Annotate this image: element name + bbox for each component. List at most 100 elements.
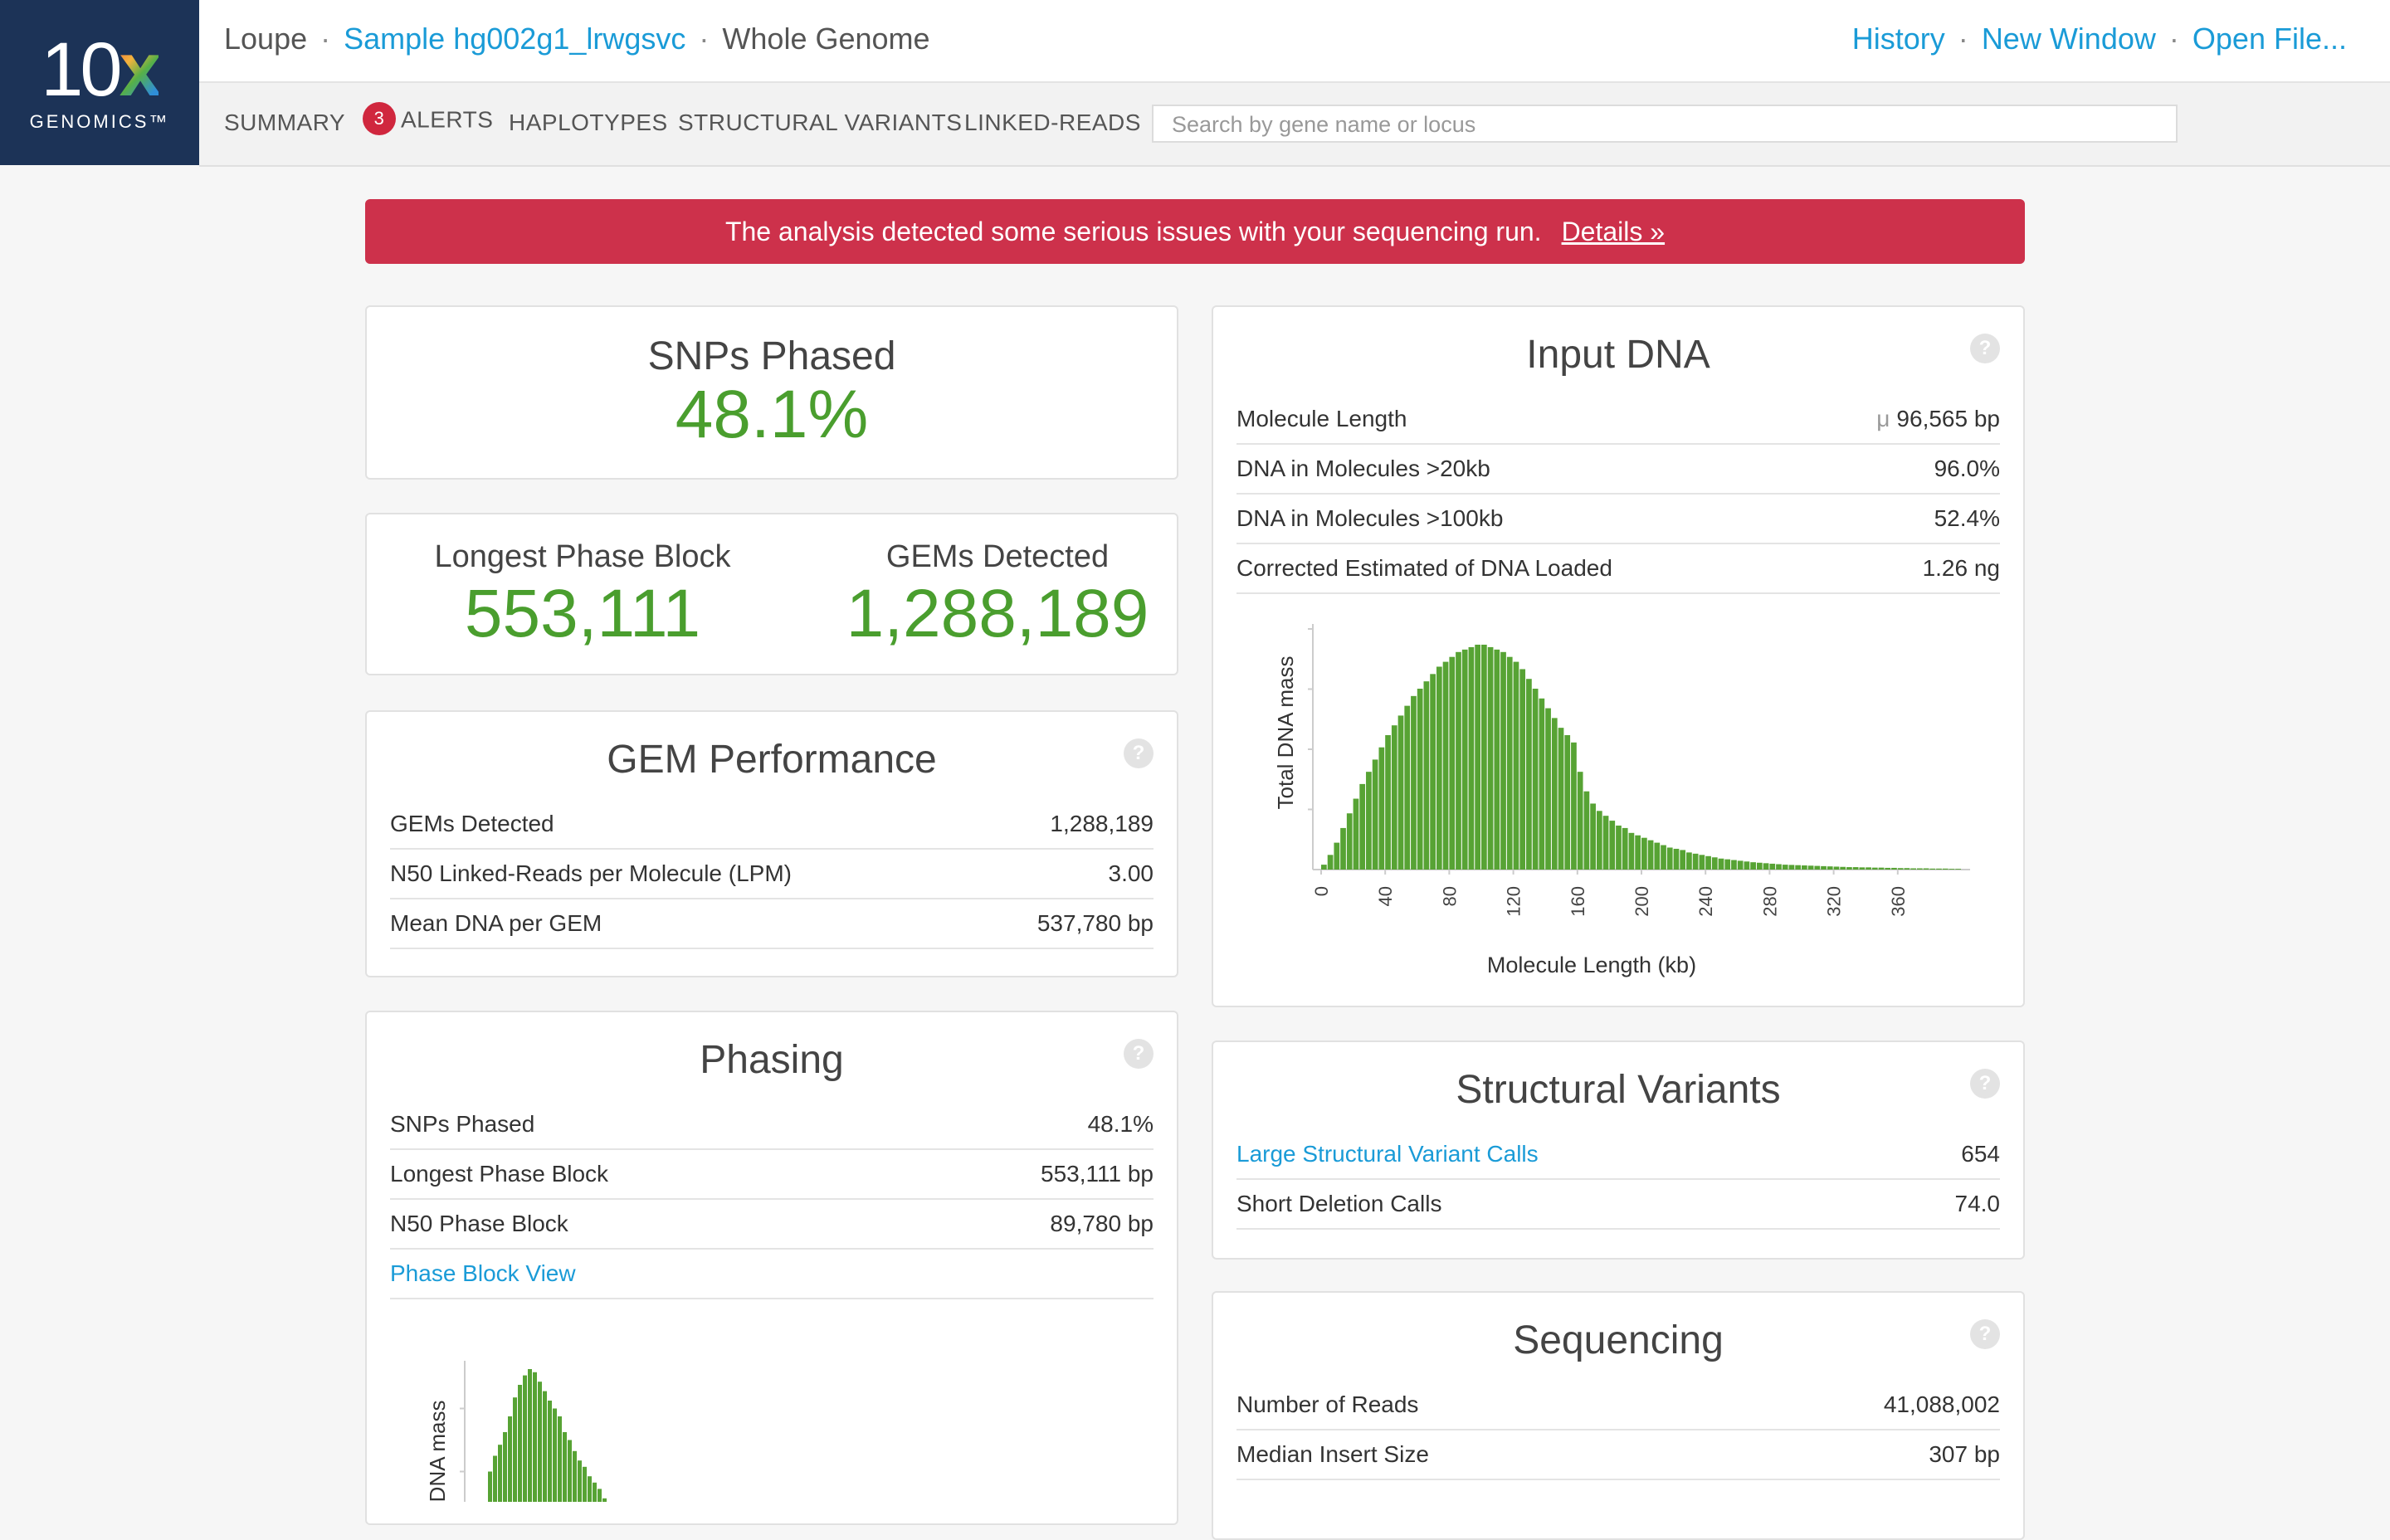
breadcrumb-app: Loupe (224, 22, 308, 56)
histogram-bar (588, 1476, 592, 1502)
histogram-bar (1551, 718, 1558, 870)
histogram-bar (1475, 644, 1480, 870)
histogram-bar (1750, 862, 1756, 870)
row-value: 307 bp (1929, 1441, 2000, 1467)
row-label: DNA in Molecules >100kb (1236, 505, 1504, 531)
histogram-bar (1436, 666, 1442, 870)
histogram-bar (518, 1385, 522, 1502)
histogram-bar (1571, 742, 1577, 870)
histogram-bar (1411, 695, 1417, 870)
mean-symbol: μ (1876, 406, 1890, 431)
large-sv-calls-link[interactable]: Large Structural Variant Calls (1236, 1130, 1539, 1178)
help-icon[interactable]: ? (1124, 738, 1154, 768)
row-value: 654 (1961, 1141, 2000, 1167)
histogram-bar (523, 1375, 527, 1502)
card-title: GEM Performance (607, 738, 937, 782)
stat-label: Longest Phase Block (434, 539, 731, 574)
row-label: Molecule Length (1236, 406, 1407, 431)
new-window-link[interactable]: New Window (1982, 22, 2156, 56)
breadcrumb: Loupe · Sample hg002g1_lrwgsvc · Whole G… (224, 22, 930, 56)
histogram-bar (503, 1432, 507, 1502)
histogram-bar (1827, 866, 1833, 870)
snps-phased-card: SNPs Phased 48.1% (365, 305, 1178, 480)
histogram-bar (1628, 832, 1635, 870)
card-title: Sequencing (1513, 1318, 1724, 1362)
phasing-histogram: Total DNA mass (425, 1361, 607, 1502)
gems-detected-stat: GEMs Detected 1,288,189 (782, 539, 1213, 648)
histogram-bar (1442, 661, 1449, 870)
tab-linked-reads[interactable]: LINKED-READS (964, 110, 1141, 136)
gem-performance-table: GEMs Detected 1,288,189 N50 Linked-Reads … (390, 800, 1154, 949)
phase-block-view-link[interactable]: Phase Block View (390, 1250, 576, 1298)
help-icon[interactable]: ? (1970, 1319, 2000, 1349)
help-icon[interactable]: ? (1970, 1069, 2000, 1099)
histogram-bar (533, 1372, 537, 1502)
molecule-length-histogram: 0 40 80 120 160 200 240 280 320 360 Total DNA mass… (1273, 624, 1970, 977)
row-label: Mean DNA per GEM (390, 910, 602, 936)
histogram-bar (1430, 674, 1436, 870)
table-row: Number of Reads 41,088,002 (1236, 1381, 2000, 1430)
structural-variants-table: Large Structural Variant Calls 654 Short … (1236, 1130, 2000, 1230)
tab-alerts[interactable]: 3 ALERTS (363, 102, 493, 138)
y-axis-label: Total DNA mass (425, 1401, 450, 1502)
tab-haplotypes[interactable]: HAPLOTYPES (509, 110, 668, 136)
histogram-bar (1461, 649, 1468, 870)
histogram-bar (1397, 715, 1404, 870)
histogram-bar (528, 1369, 532, 1502)
histogram-bar (1366, 772, 1372, 870)
table-row: Large Structural Variant Calls 654 (1236, 1130, 2000, 1180)
search-input[interactable]: Search by gene name or locus (1152, 105, 2178, 143)
histogram-bar (1686, 852, 1692, 870)
histogram-bar (1852, 867, 1859, 870)
input-dna-card: Input DNA ? Molecule Length μ 96,565 bp DN… (1212, 305, 2025, 1007)
row-label: Short Deletion Calls (1236, 1191, 1442, 1216)
card-title: Input DNA (1526, 333, 1710, 377)
histogram-bar (1359, 783, 1366, 870)
stat-label: GEMs Detected (885, 539, 1110, 574)
histogram-bar (1705, 855, 1711, 870)
sequencing-table: Number of Reads 41,088,002 Median Insert … (1236, 1381, 2000, 1480)
histogram-bar (1654, 842, 1661, 870)
x-tick-label: 160 (1568, 886, 1588, 917)
top-bar: Loupe · Sample hg002g1_lrwgsvc · Whole G… (199, 0, 2390, 83)
open-file-link[interactable]: Open File... (2192, 22, 2347, 56)
top-link-separator: · (1958, 22, 1968, 56)
table-row: DNA in Molecules >20kb 96.0% (1236, 445, 2000, 495)
alerts-count-badge: 3 (363, 102, 396, 135)
histogram-bar (1641, 837, 1647, 870)
breadcrumb-sample-link[interactable]: Sample hg002g1_lrwgsvc (344, 22, 685, 56)
histogram-bar (1602, 816, 1609, 870)
row-label: Number of Reads (1236, 1391, 1419, 1417)
tab-summary[interactable]: SUMMARY (224, 110, 345, 136)
card-title: SNPs Phased (647, 334, 896, 378)
histogram-bar (1769, 863, 1776, 870)
histogram-bar (1468, 646, 1475, 870)
histogram-bar (1334, 842, 1340, 870)
histogram-bar (1609, 821, 1616, 870)
histogram-bar (1923, 868, 1929, 870)
logo[interactable]: 10x GENOMICS™ (0, 0, 199, 165)
table-row: Mean DNA per GEM 537,780 bp (390, 899, 1154, 949)
histogram-bar (1859, 867, 1866, 870)
histogram-bar (1487, 646, 1494, 870)
histogram-bar (1692, 853, 1699, 870)
histogram-bar (1910, 868, 1916, 870)
table-row: DNA in Molecules >100kb 52.4% (1236, 495, 2000, 544)
histogram-bar (1456, 651, 1461, 870)
row-value: 96,565 bp (1896, 406, 2000, 431)
longest-phase-block-stat: Longest Phase Block 553,111 (367, 539, 798, 648)
history-link[interactable]: History (1852, 22, 1945, 56)
table-row: GEMs Detected 1,288,189 (390, 800, 1154, 850)
alert-details-link[interactable]: Details » (1562, 217, 1666, 246)
structural-variants-card: Structural Variants ? Large Structural V… (1212, 1040, 2025, 1260)
help-icon[interactable]: ? (1970, 334, 2000, 363)
stat-value: 553,111 (464, 576, 701, 651)
tab-structural-variants[interactable]: STRUCTURAL VARIANTS (678, 110, 962, 136)
y-axis-label: Total DNA mass (1273, 656, 1298, 810)
histogram-bar (543, 1391, 547, 1502)
help-icon[interactable]: ? (1124, 1039, 1154, 1069)
histogram-bar (1372, 759, 1378, 870)
row-value-group: μ 96,565 bp (1876, 395, 2000, 443)
histogram-bar (1519, 669, 1526, 870)
row-value: 41,088,002 (1883, 1391, 2000, 1417)
